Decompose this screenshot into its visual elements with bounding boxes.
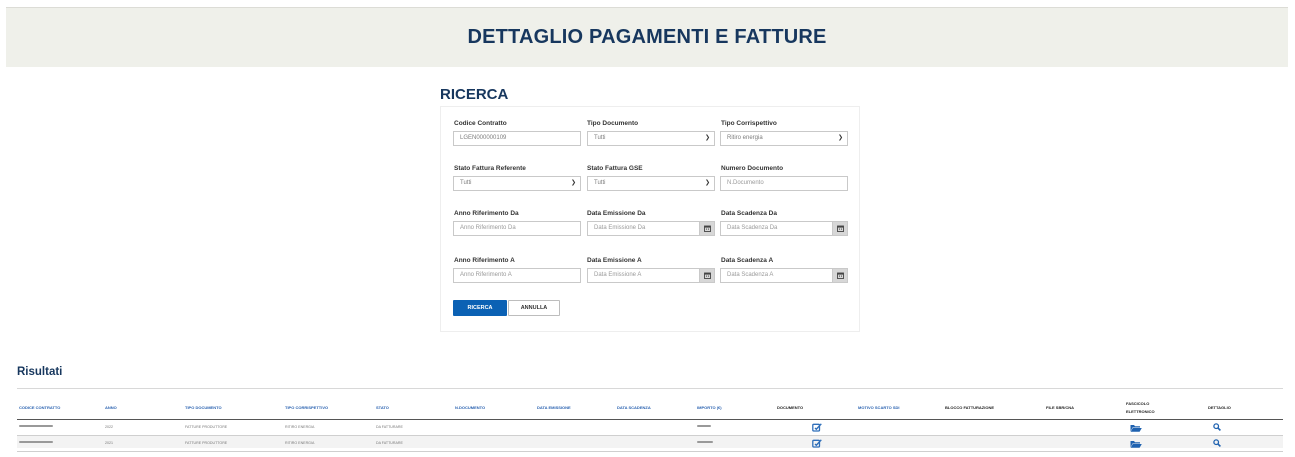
- search-icon[interactable]: [1213, 423, 1221, 431]
- col-data-scadenza[interactable]: DATA SCADENZA: [617, 405, 651, 410]
- folder-open-icon[interactable]: [1130, 424, 1142, 432]
- edit-document-icon[interactable]: [812, 439, 822, 448]
- codice-contratto-input[interactable]: LGEN000000109: [453, 131, 581, 146]
- chevron-down-icon: ❯: [837, 135, 843, 141]
- search-panel: Codice Contratto LGEN000000109 Tipo Docu…: [440, 106, 860, 332]
- chevron-down-icon: ❯: [704, 135, 710, 141]
- cell-tipo-documento: FATTURE PRODUTTORE: [185, 425, 228, 429]
- tipo-documento-label: Tipo Documento: [587, 120, 639, 127]
- search-icon[interactable]: [1213, 439, 1221, 447]
- numero-documento-placeholder: N.Documento: [727, 180, 764, 186]
- stato-fattura-gse-select[interactable]: Tutti ❯: [587, 176, 715, 191]
- numero-documento-input[interactable]: N.Documento: [720, 176, 848, 191]
- tipo-documento-value: Tutti: [594, 135, 606, 141]
- col-tipo-corrispettivo[interactable]: TIPO CORRISPETTIVO: [285, 405, 328, 410]
- redacted-codice-contratto: [19, 441, 53, 443]
- table-header-divider: [17, 419, 1283, 420]
- col-anno[interactable]: ANNO: [105, 405, 117, 410]
- anno-riferimento-da-placeholder: Anno Riferimento Da: [460, 225, 516, 231]
- page-title: DETTAGLIO PAGAMENTI E FATTURE: [467, 26, 827, 48]
- redacted-codice-contratto: [19, 425, 53, 427]
- anno-riferimento-da-label: Anno Riferimento Da: [454, 210, 519, 217]
- data-scadenza-da-placeholder: Data Scadenza Da: [727, 225, 778, 231]
- stato-fattura-referente-select[interactable]: Tutti ❯: [453, 176, 581, 191]
- data-emissione-a-input[interactable]: Data Emissione A: [587, 268, 715, 283]
- search-title: RICERCA: [440, 86, 509, 103]
- results-title: Risultati: [17, 366, 63, 378]
- col-codice-contratto[interactable]: CODICE CONTRATTO: [19, 405, 60, 410]
- col-data-emissione[interactable]: DATA EMISSIONE: [537, 405, 571, 410]
- col-n-documento[interactable]: N.DOCUMENTO: [455, 405, 485, 410]
- col-dettaglio: DETTAGLIO: [1208, 405, 1231, 410]
- anno-riferimento-a-input[interactable]: Anno Riferimento A: [453, 268, 581, 283]
- tipo-corrispettivo-select[interactable]: Ritiro energia ❯: [720, 131, 848, 146]
- page-header: DETTAGLIO PAGAMENTI E FATTURE: [6, 7, 1288, 67]
- cell-tipo-documento: FATTURE PRODUTTORE: [185, 441, 228, 445]
- col-stato[interactable]: STATO: [376, 405, 389, 410]
- redacted-importo: [697, 425, 711, 427]
- data-emissione-a-label: Data Emissione A: [587, 257, 642, 264]
- data-emissione-a-placeholder: Data Emissione A: [594, 272, 642, 278]
- col-file-sbr-cna: FILE SBR/CNA: [1046, 405, 1074, 410]
- cell-anno: 2021: [105, 441, 113, 445]
- col-fascicolo-line2: ELETTRONICO: [1126, 409, 1155, 414]
- stato-fattura-gse-value: Tutti: [594, 180, 606, 186]
- chevron-down-icon: ❯: [570, 180, 576, 186]
- redacted-importo: [697, 441, 713, 443]
- codice-contratto-label: Codice Contratto: [454, 120, 507, 127]
- col-blocco-fatturazione: BLOCCO FATTURAZIONE: [945, 405, 995, 410]
- col-motivo-scarto-sdi[interactable]: MOTIVO SCARTO SDI: [858, 405, 899, 410]
- calendar-icon[interactable]: [832, 222, 847, 235]
- col-importo[interactable]: IMPORTO (€): [697, 405, 722, 410]
- anno-riferimento-a-placeholder: Anno Riferimento A: [460, 272, 512, 278]
- calendar-icon[interactable]: [699, 222, 714, 235]
- data-scadenza-da-input[interactable]: Data Scadenza Da: [720, 221, 848, 236]
- cell-tipo-corrispettivo: RITIRO ENERGIA: [285, 425, 315, 429]
- col-fascicolo-line1: FASCICOLO: [1126, 401, 1150, 406]
- stato-fattura-referente-value: Tutti: [460, 180, 472, 186]
- codice-contratto-value: LGEN000000109: [460, 135, 507, 141]
- cell-stato: DA FATTURARE: [376, 441, 403, 445]
- row-divider: [17, 451, 1283, 452]
- cell-anno: 2022: [105, 425, 113, 429]
- calendar-icon[interactable]: [832, 269, 847, 282]
- data-scadenza-a-placeholder: Data Scadenza A: [727, 272, 774, 278]
- numero-documento-label: Numero Documento: [721, 165, 784, 172]
- data-emissione-da-input[interactable]: Data Emissione Da: [587, 221, 715, 236]
- edit-document-icon[interactable]: [812, 423, 822, 432]
- tipo-corrispettivo-label: Tipo Corrispettivo: [721, 120, 777, 127]
- col-documento: DOCUMENTO: [777, 405, 804, 410]
- data-scadenza-a-input[interactable]: Data Scadenza A: [720, 268, 848, 283]
- data-emissione-da-label: Data Emissione Da: [587, 210, 646, 217]
- data-emissione-da-placeholder: Data Emissione Da: [594, 225, 646, 231]
- data-scadenza-da-label: Data Scadenza Da: [721, 210, 777, 217]
- chevron-down-icon: ❯: [704, 180, 710, 186]
- anno-riferimento-da-input[interactable]: Anno Riferimento Da: [453, 221, 581, 236]
- annulla-button[interactable]: ANNULLA: [508, 300, 560, 316]
- col-fascicolo-elettronico: FASCICOLO ELETTRONICO: [1126, 401, 1155, 414]
- cell-stato: DA FATTURARE: [376, 425, 403, 429]
- divider: [17, 388, 1283, 389]
- tipo-corrispettivo-value: Ritiro energia: [727, 135, 763, 141]
- cell-tipo-corrispettivo: RITIRO ENERGIA: [285, 441, 315, 445]
- stato-fattura-referente-label: Stato Fattura Referente: [454, 165, 526, 172]
- col-tipo-documento[interactable]: TIPO DOCUMENTO: [185, 405, 222, 410]
- anno-riferimento-a-label: Anno Riferimento A: [454, 257, 515, 264]
- folder-open-icon[interactable]: [1130, 440, 1142, 448]
- data-scadenza-a-label: Data Scadenza A: [721, 257, 774, 264]
- ricerca-button[interactable]: RICERCA: [453, 300, 507, 316]
- tipo-documento-select[interactable]: Tutti ❯: [587, 131, 715, 146]
- calendar-icon[interactable]: [699, 269, 714, 282]
- stato-fattura-gse-label: Stato Fattura GSE: [587, 165, 643, 172]
